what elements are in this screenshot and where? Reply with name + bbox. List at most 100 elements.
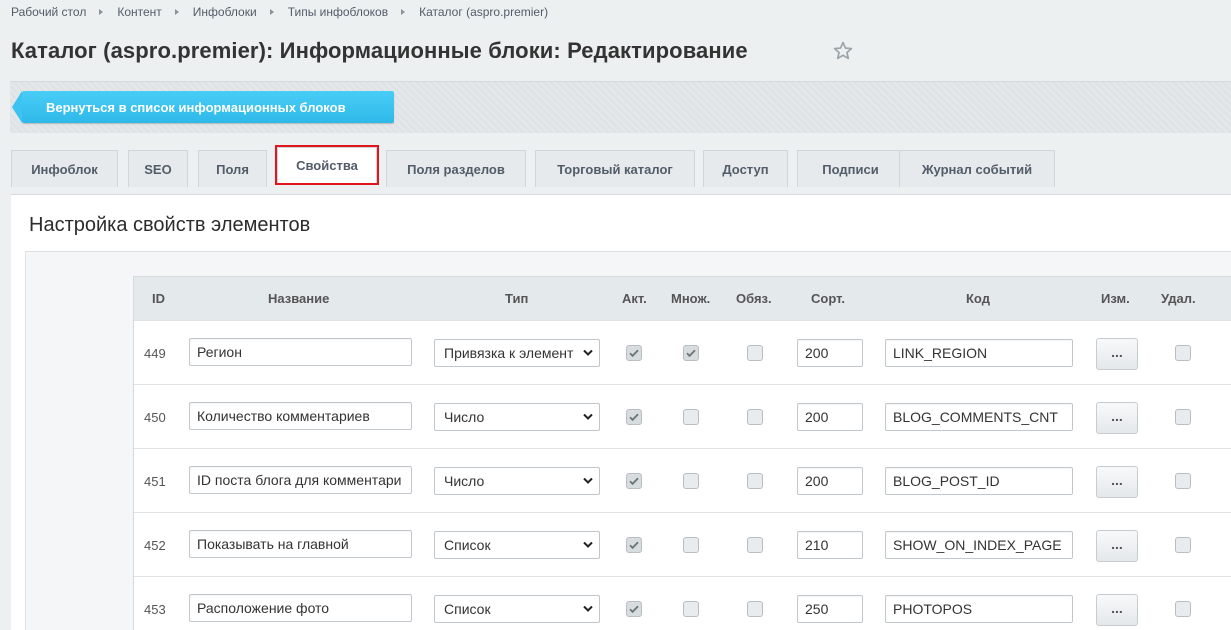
table-row: 452 Показывать на главной Список 210 SHO… (134, 512, 1231, 576)
section-title: Настройка свойств элементов (29, 214, 311, 236)
table-row: 453 Расположение фото Список 250 PHOTOPO… (134, 576, 1231, 630)
tab-fields[interactable]: Поля (198, 150, 267, 187)
breadcrumb-item-infoblock-types[interactable]: Типы инфоблоков (288, 5, 388, 19)
property-id: 452 (144, 538, 166, 553)
header-multiple: Множ. (671, 291, 711, 306)
edit-property-button[interactable]: ... (1096, 530, 1138, 562)
star-icon[interactable] (832, 40, 854, 62)
active-checkbox[interactable] (626, 601, 642, 617)
property-name-input[interactable]: Расположение фото (189, 594, 412, 622)
back-to-list-button[interactable]: Вернуться в список информационных блоков (12, 91, 394, 123)
delete-checkbox[interactable] (1175, 409, 1191, 425)
property-type-value: Список (444, 601, 491, 617)
breadcrumb-item-infoblocks[interactable]: Инфоблоки (193, 5, 257, 19)
property-name-input[interactable]: Количество комментариев (189, 402, 412, 430)
edit-property-button[interactable]: ... (1096, 466, 1138, 498)
checkmark-icon (629, 541, 639, 550)
header-code: Код (966, 291, 990, 306)
property-id: 451 (144, 474, 166, 489)
required-checkbox[interactable] (747, 601, 763, 617)
sort-input[interactable]: 210 (797, 531, 863, 559)
sort-input[interactable]: 250 (797, 595, 863, 623)
chevron-down-icon (583, 477, 593, 484)
active-checkbox[interactable] (626, 409, 642, 425)
checkmark-icon (629, 605, 639, 614)
property-type-value: Число (444, 473, 485, 489)
tab-seo[interactable]: SEO (128, 150, 188, 187)
code-input[interactable]: BLOG_POST_ID (885, 467, 1073, 495)
table-row: 449 Регион Привязка к элемент 200 LINK_R… (134, 320, 1231, 384)
multiple-checkbox[interactable] (683, 345, 699, 361)
multiple-checkbox[interactable] (683, 601, 699, 617)
properties-area: ID Название Тип Акт. Множ. Обяз. Сорт. К… (25, 251, 1231, 630)
code-input[interactable]: SHOW_ON_INDEX_PAGE (885, 531, 1073, 559)
active-checkbox[interactable] (626, 345, 642, 361)
delete-checkbox[interactable] (1175, 345, 1191, 361)
breadcrumb-item-catalog[interactable]: Каталог (aspro.premier) (419, 5, 548, 19)
tab-infoblock[interactable]: Инфоблок (11, 150, 118, 187)
delete-checkbox[interactable] (1175, 473, 1191, 489)
checkmark-icon (629, 477, 639, 486)
chevron-down-icon (583, 605, 593, 612)
code-input[interactable]: BLOG_COMMENTS_CNT (885, 403, 1073, 431)
edit-property-button[interactable]: ... (1096, 594, 1138, 626)
property-name-input[interactable]: ID поста блога для комментари (189, 466, 412, 494)
sort-input[interactable]: 200 (797, 339, 863, 367)
active-checkbox[interactable] (626, 537, 642, 553)
chevron-down-icon (583, 349, 593, 356)
required-checkbox[interactable] (747, 537, 763, 553)
header-name: Название (268, 291, 330, 306)
tab-trade-catalog[interactable]: Торговый каталог (535, 150, 695, 187)
tab-section-fields[interactable]: Поля разделов (386, 150, 526, 187)
checkmark-icon (629, 349, 639, 358)
code-input[interactable]: LINK_REGION (885, 339, 1073, 367)
property-type-select[interactable]: Привязка к элемент (434, 339, 600, 367)
edit-property-button[interactable]: ... (1096, 338, 1138, 370)
header-edit: Изм. (1101, 291, 1130, 306)
required-checkbox[interactable] (747, 473, 763, 489)
header-id: ID (152, 291, 165, 306)
header-type: Тип (505, 291, 529, 306)
delete-checkbox[interactable] (1175, 601, 1191, 617)
property-name-input[interactable]: Показывать на главной (189, 530, 412, 558)
breadcrumb: Рабочий стол Контент Инфоблоки Типы инфо… (11, 5, 548, 19)
property-type-select[interactable]: Число (434, 467, 600, 495)
breadcrumb-separator-icon (174, 9, 179, 15)
header-delete: Удал. (1161, 291, 1196, 306)
properties-panel: Настройка свойств элементов ID Название … (11, 194, 1231, 630)
breadcrumb-item-desktop[interactable]: Рабочий стол (11, 5, 86, 19)
property-id: 453 (144, 602, 166, 617)
active-checkbox[interactable] (626, 473, 642, 489)
toolbar: Вернуться в список информационных блоков (10, 81, 1231, 133)
edit-property-button[interactable]: ... (1096, 402, 1138, 434)
tab-properties[interactable]: Свойства (275, 145, 379, 185)
page-title: Каталог (aspro.premier): Информационные … (11, 38, 748, 63)
property-name-input[interactable]: Регион (189, 338, 412, 366)
header-active: Акт. (622, 291, 647, 306)
property-type-select[interactable]: Список (434, 531, 600, 559)
required-checkbox[interactable] (747, 409, 763, 425)
table-header: ID Название Тип Акт. Множ. Обяз. Сорт. К… (134, 277, 1231, 320)
property-type-value: Число (444, 409, 485, 425)
breadcrumb-item-content[interactable]: Контент (117, 5, 161, 19)
sort-input[interactable]: 200 (797, 467, 863, 495)
tab-event-log[interactable]: Журнал событий (899, 150, 1055, 187)
breadcrumb-separator-icon (99, 9, 104, 15)
table-row: 451 ID поста блога для комментари Число … (134, 448, 1231, 512)
breadcrumb-separator-icon (269, 9, 274, 15)
multiple-checkbox[interactable] (683, 409, 699, 425)
tab-access[interactable]: Доступ (703, 150, 788, 187)
required-checkbox[interactable] (747, 345, 763, 361)
sort-input[interactable]: 200 (797, 403, 863, 431)
multiple-checkbox[interactable] (683, 473, 699, 489)
delete-checkbox[interactable] (1175, 537, 1191, 553)
code-input[interactable]: PHOTOPOS (885, 595, 1073, 623)
property-type-select[interactable]: Число (434, 403, 600, 431)
tab-captions[interactable]: Подписи (797, 150, 904, 187)
properties-table: ID Название Тип Акт. Множ. Обяз. Сорт. К… (133, 276, 1231, 630)
property-type-select[interactable]: Список (434, 595, 600, 623)
chevron-down-icon (583, 541, 593, 548)
multiple-checkbox[interactable] (683, 537, 699, 553)
header-sort: Сорт. (811, 291, 845, 306)
header-required: Обяз. (736, 291, 772, 306)
